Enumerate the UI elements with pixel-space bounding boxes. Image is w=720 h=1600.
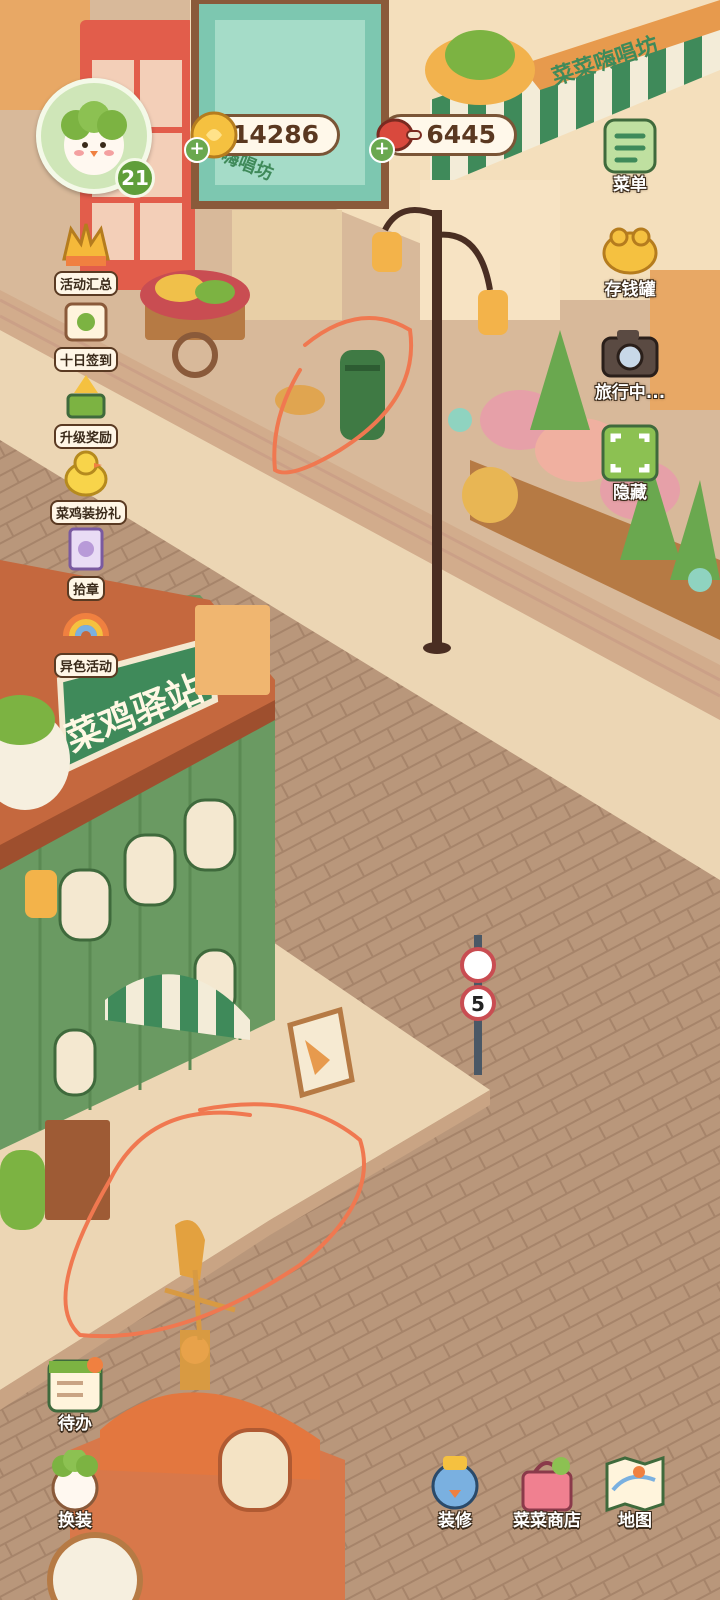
- color-event-button[interactable]: 异色活动: [50, 596, 122, 678]
- ten-day-checkin-icon: [56, 290, 116, 350]
- menu-label: 菜单: [613, 175, 647, 195]
- map-button[interactable]: 地图: [595, 1450, 675, 1531]
- add-meat-button[interactable]: +: [369, 137, 395, 163]
- todo-icon: [39, 1353, 111, 1417]
- decorate-label: 装修: [438, 1511, 472, 1531]
- stamp-button[interactable]: 拾章: [50, 519, 122, 601]
- hide-ui-button[interactable]: 隐藏: [590, 420, 670, 503]
- easel-board: [287, 1006, 355, 1099]
- shop-icon: [511, 1450, 583, 1514]
- todo-label: 待办: [58, 1414, 92, 1434]
- level-reward-icon: [56, 367, 116, 427]
- outfit-button[interactable]: 换装: [35, 1448, 115, 1531]
- chick-outfit-gift-icon: [56, 443, 116, 503]
- hide-ui-icon: [595, 420, 665, 486]
- stamp-icon: [56, 519, 116, 579]
- piggy-bank-label: 存钱罐: [604, 280, 656, 300]
- camera-icon: [595, 320, 665, 386]
- travel-label: 旅行中...: [594, 383, 666, 403]
- coin-amount: 14286: [232, 120, 319, 149]
- level-reward-button[interactable]: 升级奖励: [50, 367, 122, 449]
- todo-button[interactable]: 待办: [35, 1353, 115, 1434]
- decorate-icon: [419, 1450, 491, 1514]
- travel-button[interactable]: 旅行中...: [590, 320, 670, 403]
- event-summary-button[interactable]: 活动汇总: [50, 214, 122, 296]
- hide-ui-label: 隐藏: [613, 483, 647, 503]
- piggy-bank-button[interactable]: 存钱罐: [590, 217, 670, 300]
- shop-button[interactable]: 菜菜商店: [502, 1450, 592, 1531]
- outfit-icon: [39, 1448, 111, 1514]
- ten-day-checkin-button[interactable]: 十日签到: [50, 290, 122, 372]
- add-coin-button[interactable]: +: [184, 137, 210, 163]
- menu-icon: [595, 112, 665, 178]
- shop-label: 菜菜商店: [513, 1511, 581, 1531]
- outfit-label: 换装: [58, 1511, 92, 1531]
- game-viewport[interactable]: { "hud": { "player_level": "21", "coins"…: [0, 0, 720, 1600]
- player-level-badge: 21: [115, 158, 155, 198]
- color-event-label: 异色活动: [53, 653, 118, 678]
- chick-outfit-gift-button[interactable]: 菜鸡装扮礼: [50, 443, 128, 525]
- color-event-icon: [56, 596, 116, 656]
- coin-counter[interactable]: + 14286: [184, 111, 340, 163]
- map-icon: [599, 1450, 671, 1514]
- meat-amount: 6445: [426, 120, 496, 149]
- piggy-bank-icon: [595, 217, 665, 283]
- meat-counter[interactable]: + 6445: [369, 114, 517, 163]
- event-summary-icon: [56, 214, 116, 274]
- decorate-button[interactable]: 装修: [415, 1450, 495, 1531]
- menu-button[interactable]: 菜单: [590, 112, 670, 195]
- speed-sign-number: 5: [471, 992, 485, 1016]
- map-label: 地图: [618, 1511, 652, 1531]
